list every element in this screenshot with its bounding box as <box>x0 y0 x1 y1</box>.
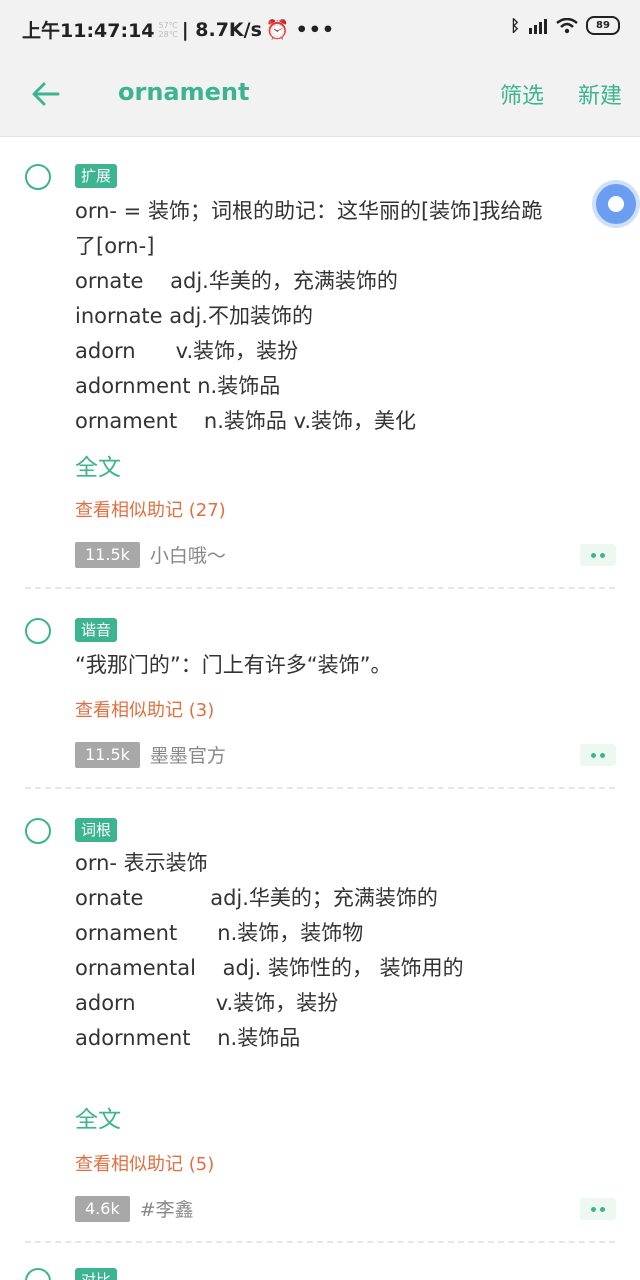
author-name: 墨墨官方 <box>149 745 226 767</box>
more-notifications-icon: ••• <box>295 18 335 41</box>
status-time: 上午11:47:14 <box>22 20 155 42</box>
filter-button[interactable]: 筛选 <box>500 78 544 110</box>
status-network-speed: | 8.7K/s <box>181 18 262 41</box>
category-tag: 对比 <box>75 1268 118 1280</box>
select-radio[interactable] <box>25 618 51 644</box>
similar-mnemonics-link[interactable]: 查看相似助记 (3) <box>75 696 214 722</box>
status-temperature: 57℃ 28℃ <box>158 20 178 39</box>
category-tag: 谐音 <box>75 618 118 642</box>
wifi-icon <box>556 17 578 33</box>
more-options-icon[interactable] <box>580 1198 616 1220</box>
similar-mnemonics-link[interactable]: 查看相似助记 (5) <box>75 1150 214 1176</box>
divider <box>25 1241 615 1243</box>
category-tag: 扩展 <box>75 164 118 188</box>
card-meta: 11.5k 小白哦～ <box>75 541 226 568</box>
author-name: 小白哦～ <box>149 545 226 567</box>
new-button[interactable]: 新建 <box>578 78 622 110</box>
card-meta: 4.6k #李鑫 <box>75 1195 194 1222</box>
back-arrow-icon[interactable] <box>28 76 64 112</box>
mnemonic-card: 对比 <box>0 1244 640 1280</box>
card-meta: 11.5k 墨墨官方 <box>75 741 226 768</box>
signal-icon <box>529 18 547 34</box>
status-bar: 上午11:47:14 57℃ 28℃ | 8.7K/s ⏰ ••• ᛒ 89 <box>0 0 640 58</box>
like-count-badge: 4.6k <box>75 1195 130 1222</box>
divider <box>25 587 615 589</box>
mnemonic-card: 词根 orn- 表示装饰 ornate adj.华美的；充满装饰的 orname… <box>0 790 640 1244</box>
full-text-link[interactable]: 全文 <box>75 448 121 482</box>
status-right: ᛒ 89 <box>510 16 620 35</box>
mnemonic-text: orn- 表示装饰 ornate adj.华美的；充满装饰的 ornament … <box>75 851 464 1050</box>
like-count-badge: 11.5k <box>75 741 140 768</box>
mnemonic-card: 扩展 orn- = 装饰；词根的助记：这华丽的[装饰]我给跪 了[orn-] o… <box>0 136 640 590</box>
category-tag: 词根 <box>75 818 118 842</box>
mnemonic-text: orn- = 装饰；词根的助记：这华丽的[装饰]我给跪 了[orn-] orna… <box>75 199 543 433</box>
bluetooth-icon: ᛒ <box>510 16 520 35</box>
full-text-link[interactable]: 全文 <box>75 1100 121 1134</box>
select-radio[interactable] <box>25 164 51 190</box>
more-options-icon[interactable] <box>580 744 616 766</box>
select-radio[interactable] <box>25 1268 51 1280</box>
alarm-icon: ⏰ <box>265 19 290 41</box>
like-count-badge: 11.5k <box>75 541 140 568</box>
battery-icon: 89 <box>586 16 620 35</box>
author-name: #李鑫 <box>139 1199 194 1221</box>
floating-assistant-button[interactable] <box>596 184 636 224</box>
more-options-icon[interactable] <box>580 544 616 566</box>
mnemonic-card: 谐音 “我那门的”：门上有许多“装饰”。 查看相似助记 (3) 11.5k 墨墨… <box>0 590 640 790</box>
page-title: ornament <box>118 78 250 106</box>
divider <box>25 787 615 789</box>
mnemonic-text: “我那门的”：门上有许多“装饰”。 <box>75 653 392 677</box>
app-bar: ornament 筛选 新建 <box>0 58 640 137</box>
status-left: 上午11:47:14 57℃ 28℃ | 8.7K/s ⏰ ••• <box>22 16 335 43</box>
select-radio[interactable] <box>25 818 51 844</box>
similar-mnemonics-link[interactable]: 查看相似助记 (27) <box>75 496 226 522</box>
